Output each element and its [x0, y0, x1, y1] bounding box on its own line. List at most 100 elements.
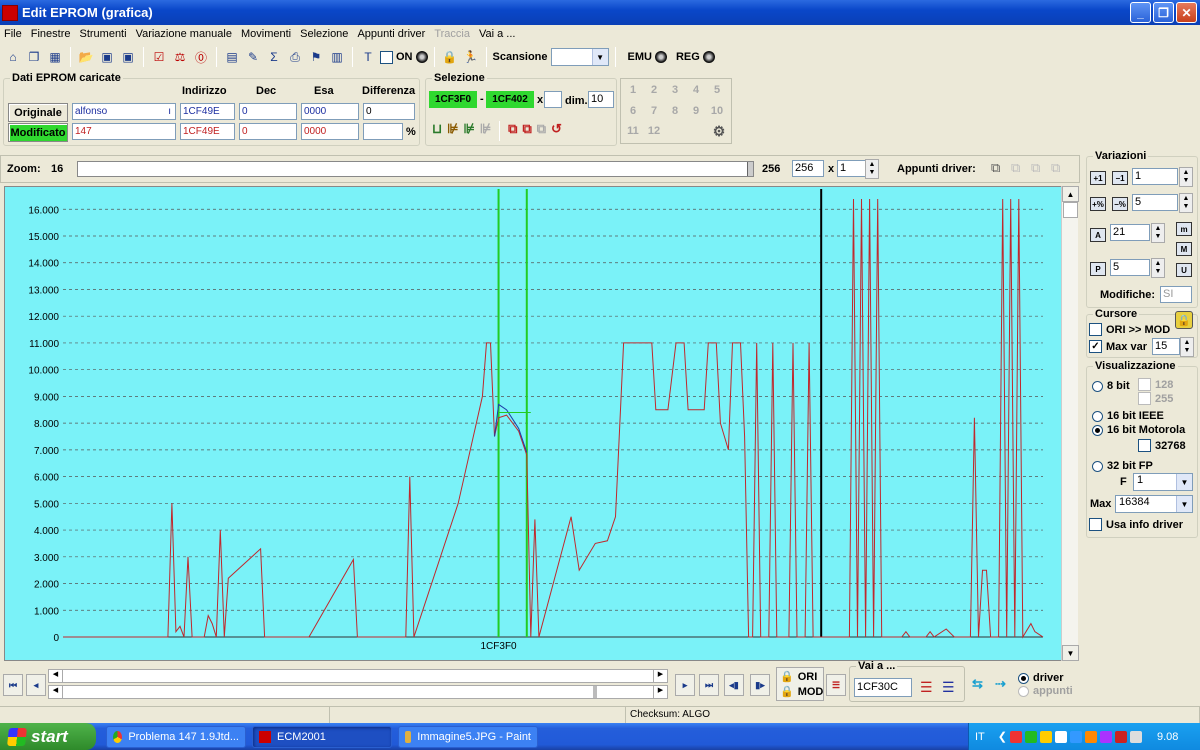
menu-finestre[interactable]: Finestre	[31, 28, 71, 40]
zoom-slider-thumb[interactable]	[747, 162, 753, 176]
start-button[interactable]: start	[0, 723, 96, 750]
f-select[interactable]: 1 ▼	[1133, 473, 1193, 491]
driver-radio[interactable]	[1018, 672, 1029, 684]
hscroll-top[interactable]: ◀ ▶	[48, 669, 668, 683]
prev-step-icon[interactable]: ◂	[26, 674, 46, 696]
compare-icon[interactable]: ⚖	[171, 48, 189, 66]
vai-a-field[interactable]: 1CF30C	[854, 678, 912, 697]
modificato-button[interactable]: Modificato	[8, 123, 68, 142]
next-step-icon[interactable]: ▸	[675, 674, 695, 696]
check-icon[interactable]: ☑	[150, 48, 168, 66]
ori-mod-row[interactable]: ORI >> MOD	[1089, 323, 1170, 336]
dim-field[interactable]: 10	[588, 91, 614, 108]
select-left-icon[interactable]: ⊯	[447, 121, 458, 141]
hscroll-left-icon[interactable]: ◀	[49, 670, 63, 682]
menu-selezione[interactable]: Selezione	[300, 28, 348, 40]
save-icon[interactable]: ▣	[98, 48, 116, 66]
save-as-icon[interactable]: ▣	[119, 48, 137, 66]
tray-app-icon-7[interactable]	[1115, 730, 1127, 743]
driver-radio-row[interactable]: driver	[1018, 672, 1064, 684]
flag-switch-icon[interactable]: ☰	[826, 674, 846, 696]
goto-original-icon[interactable]: ☰	[920, 679, 933, 696]
zoom-max-field[interactable]: 256	[792, 160, 824, 177]
menu-appunti-driver[interactable]: Appunti driver	[357, 28, 425, 40]
hscroll-right-icon[interactable]: ▶	[653, 670, 667, 682]
decrement-icon[interactable]: −1	[1112, 171, 1128, 185]
maximize-button[interactable]: ❐	[1153, 2, 1174, 23]
home-icon[interactable]: ⌂	[4, 48, 22, 66]
selection-start-field[interactable]: 1CF3F0	[429, 91, 477, 108]
copy-selection-icon[interactable]: ⧉	[508, 121, 517, 141]
padlock-icon[interactable]: 🔒	[1175, 311, 1193, 329]
ori-toggle-row[interactable]: 🔒 ORI	[780, 670, 817, 684]
task-ecm2001[interactable]: ECM2001	[252, 725, 392, 748]
menu-vai-a[interactable]: Vai a ...	[479, 28, 515, 40]
max-var-field[interactable]: 15	[1152, 338, 1180, 355]
close-button[interactable]: ✕	[1176, 2, 1197, 23]
modificato-address-field[interactable]: 1CF49E	[180, 123, 235, 140]
calculator-icon[interactable]: ▤	[223, 48, 241, 66]
variazione-p-field[interactable]: 5	[1110, 259, 1150, 276]
swap-arrows-icon[interactable]: ⇆	[972, 676, 983, 692]
variazione-percent-field[interactable]: 5	[1132, 194, 1178, 211]
bookmark-10[interactable]: 10	[707, 105, 727, 117]
bookmark-8[interactable]: 8	[665, 105, 685, 117]
mod-toggle-row[interactable]: 🔒 MOD	[780, 685, 823, 699]
language-indicator[interactable]: IT	[975, 731, 985, 743]
chart-svg[interactable]: 0 1.000 2.000 3.000 4.000 5.000 6.000 7.000 8.00…	[5, 187, 1061, 660]
modificato-dec-field[interactable]: 0	[239, 123, 297, 140]
tray-expand-icon[interactable]: ❮	[998, 730, 1007, 743]
originale-dec-field[interactable]: 0	[239, 103, 297, 120]
tray-network-icon[interactable]	[1055, 730, 1067, 743]
windows-icon[interactable]: ❐	[25, 48, 43, 66]
select-bracket-icon[interactable]: ⊔	[432, 121, 442, 141]
last-page-icon[interactable]: ⏭	[699, 674, 719, 696]
max-select[interactable]: 16384 ▼	[1115, 495, 1193, 513]
bookmark-6[interactable]: 6	[623, 105, 643, 117]
print-icon[interactable]: ⎙	[286, 48, 304, 66]
first-page-icon[interactable]: ⏮	[3, 674, 23, 696]
menu-strumenti[interactable]: Strumenti	[79, 28, 126, 40]
bookmark-2[interactable]: 2	[644, 84, 664, 96]
variazione-step-spinner[interactable]: ▲ ▼	[1179, 167, 1193, 187]
decrement-percent-icon[interactable]: −%	[1112, 197, 1128, 211]
next-marker-icon[interactable]: ▮▸	[750, 674, 770, 696]
max-var-checkbox[interactable]: ✓	[1089, 340, 1102, 353]
check-32768[interactable]	[1138, 439, 1151, 452]
hscroll2-thumb[interactable]	[593, 686, 597, 698]
variazione-p-spinner[interactable]: ▲ ▼	[1151, 258, 1165, 278]
hscroll-bottom[interactable]: ◀ ▶	[48, 685, 668, 699]
radio-16bit-motorola[interactable]	[1092, 424, 1103, 436]
tray-app-icon-1[interactable]	[1010, 730, 1022, 743]
goto-modified-icon[interactable]: ☰	[942, 679, 955, 696]
increment-icon[interactable]: +1	[1090, 171, 1106, 185]
bookmark-12[interactable]: 12	[644, 125, 664, 137]
undo-icon[interactable]: ↺	[551, 121, 562, 141]
bookmark-1[interactable]: 1	[623, 84, 643, 96]
task-paint[interactable]: Immagine5.JPG - Paint	[398, 725, 538, 748]
tray-app-icon-4[interactable]	[1070, 730, 1082, 743]
run-icon[interactable]: 🏃	[462, 48, 480, 66]
table-icon[interactable]: ▦	[46, 48, 64, 66]
bookmark-5[interactable]: 5	[707, 84, 727, 96]
bookmark-9[interactable]: 9	[686, 105, 706, 117]
radio-16motorola-row[interactable]: 16 bit Motorola	[1092, 424, 1185, 436]
variazione-step-field[interactable]: 1	[1132, 168, 1178, 185]
swap-arrows-right-icon[interactable]: ⇢	[995, 676, 1006, 692]
chart-vertical-scrollbar[interactable]: ▲ ▼	[1061, 186, 1079, 661]
on-checkbox[interactable]	[380, 50, 393, 64]
radio-32bit-fp[interactable]	[1092, 460, 1103, 472]
clipboard-copy-icon[interactable]: ⧉	[991, 160, 1000, 176]
tray-app-icon-5[interactable]	[1085, 730, 1097, 743]
paste-selection-icon[interactable]: ⧉	[522, 121, 531, 141]
text-icon[interactable]: T	[359, 48, 377, 66]
usa-info-row[interactable]: Usa info driver	[1089, 518, 1183, 531]
set-value-icon[interactable]: A	[1090, 228, 1106, 242]
tray-app-icon-3[interactable]	[1040, 730, 1052, 743]
p-icon[interactable]: P	[1090, 262, 1106, 276]
radio-32fp-row[interactable]: 32 bit FP	[1092, 460, 1153, 472]
vscroll-thumb[interactable]	[1063, 202, 1078, 218]
reg-indicator-icon[interactable]	[702, 51, 715, 63]
modificato-diff-field[interactable]	[363, 123, 403, 140]
radio-16ieee-row[interactable]: 16 bit IEEE	[1092, 410, 1164, 422]
